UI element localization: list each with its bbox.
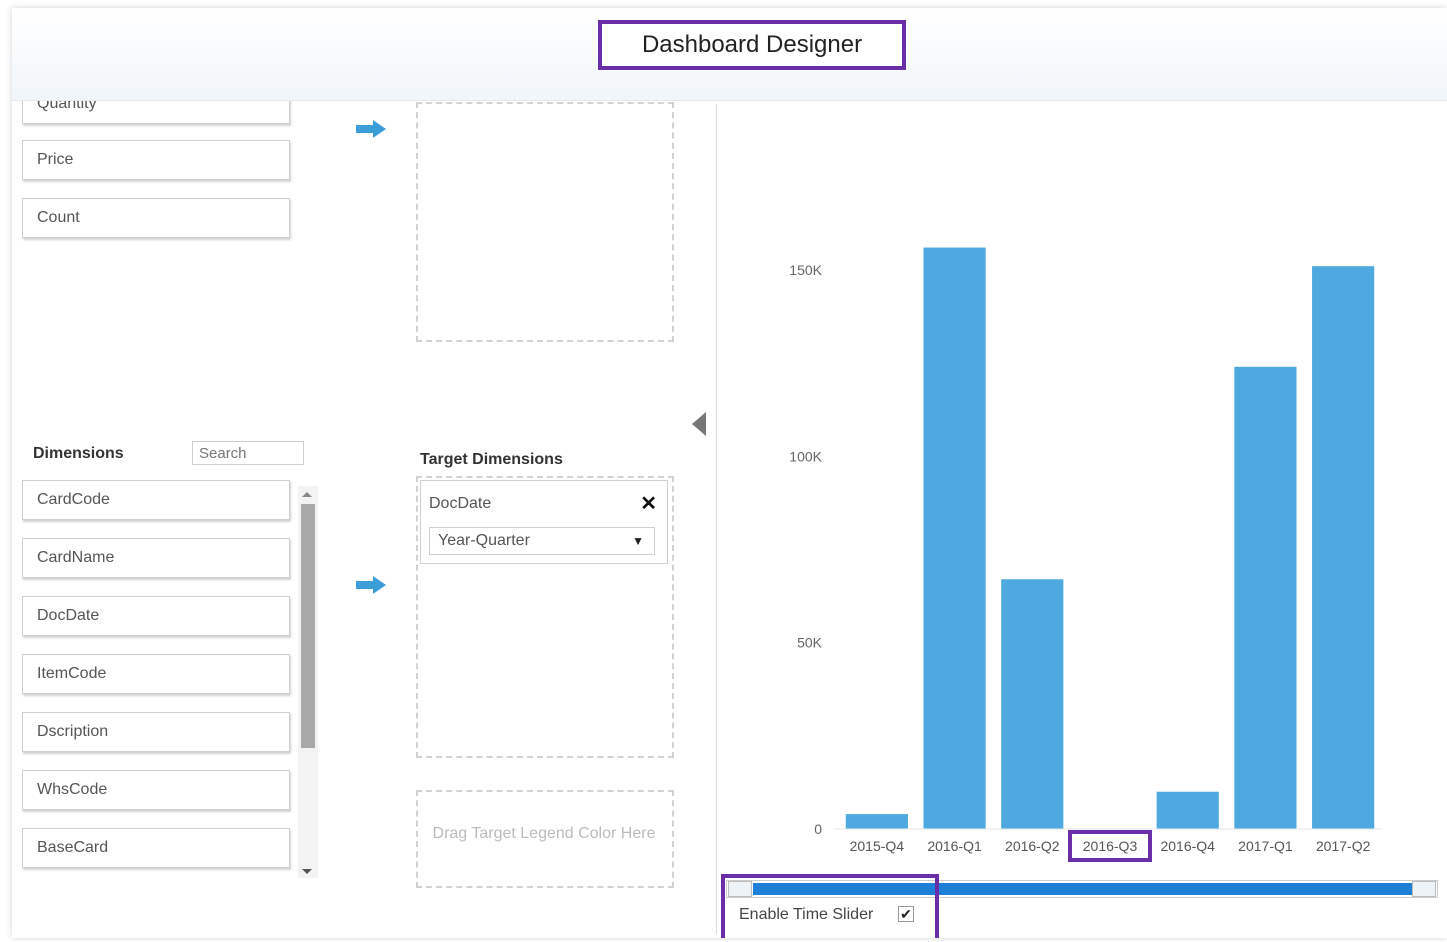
scroll-thumb[interactable]: [301, 504, 315, 748]
x-tick-label: 2015-Q4: [850, 838, 905, 854]
chart-bar[interactable]: [1156, 791, 1219, 829]
dimension-item-whscode[interactable]: WhsCode: [22, 770, 290, 810]
dimensions-scrollbar[interactable]: [298, 486, 318, 878]
y-tick-label: 150K: [789, 262, 822, 278]
target-dimension-name: DocDate: [429, 495, 492, 512]
add-measure-arrow-icon[interactable]: [356, 120, 386, 138]
dimension-item-itemcode[interactable]: ItemCode: [22, 654, 290, 694]
chart-bar[interactable]: [1001, 579, 1064, 829]
y-tick-label: 50K: [797, 635, 823, 651]
dashboard-designer-window: Dashboard Designer Quantity Price Count …: [12, 8, 1447, 938]
x-tick-label: 2016-Q1: [927, 838, 982, 854]
dimension-item-basecard[interactable]: BaseCard: [22, 828, 290, 868]
add-dimension-arrow-icon[interactable]: [356, 576, 386, 594]
legend-dropzone-hint: Drag Target Legend Color Here: [432, 825, 656, 842]
x-tick-label: 2017-Q2: [1316, 838, 1371, 854]
x-tick-label: 2016-Q3: [1083, 838, 1138, 854]
close-icon[interactable]: ✕: [640, 491, 657, 516]
chart-bar[interactable]: [845, 814, 908, 829]
time-slider-end-handle[interactable]: [1412, 881, 1436, 897]
x-tick-label: 2016-Q4: [1160, 838, 1215, 854]
panel-divider: [716, 104, 717, 934]
scroll-up-arrow-icon[interactable]: [302, 492, 312, 497]
target-dimensions-heading: Target Dimensions: [420, 451, 563, 468]
scroll-down-arrow-icon[interactable]: [302, 869, 312, 874]
measure-item-price[interactable]: Price: [22, 140, 290, 180]
target-measures-dropzone[interactable]: [416, 102, 674, 342]
time-slider-highlight: [721, 874, 939, 938]
bar-chart-svg: 0 50K 100K 150K 2015-Q4 2016-Q1 2016-Q2 2016-Q3…: [789, 247, 1382, 862]
measure-item-count[interactable]: Count: [22, 198, 290, 238]
dashboard-title: Dashboard Designer: [598, 20, 906, 70]
bar-chart: 0 50K 100K 150K 2015-Q4 2016-Q1 2016-Q2 2016-Q3…: [722, 104, 1442, 884]
chevron-down-icon: ▼: [632, 534, 644, 548]
y-tick-label: 100K: [789, 448, 822, 464]
dimensions-heading: Dimensions: [33, 445, 124, 462]
x-tick-label: 2016-Q2: [1005, 838, 1060, 854]
dimension-item-dscription[interactable]: Dscription: [22, 712, 290, 752]
header-bar: Dashboard Designer: [12, 8, 1447, 101]
y-tick-label: 0: [814, 821, 822, 837]
dimension-item-docdate[interactable]: DocDate: [22, 596, 290, 636]
chart-bar[interactable]: [923, 247, 986, 829]
chart-bar[interactable]: [1312, 266, 1375, 829]
dimension-item-cardname[interactable]: CardName: [22, 538, 290, 578]
x-tick-label: 2017-Q1: [1238, 838, 1293, 854]
date-granularity-select[interactable]: Year-Quarter ▼: [429, 527, 655, 555]
select-value: Year-Quarter: [438, 532, 530, 549]
collapse-panel-icon[interactable]: [692, 412, 706, 436]
dimension-item-cardcode[interactable]: CardCode: [22, 480, 290, 520]
chart-bar[interactable]: [1234, 366, 1297, 829]
target-dimension-card: DocDate ✕ Year-Quarter ▼: [420, 480, 668, 564]
dimensions-search-input[interactable]: [192, 441, 304, 465]
